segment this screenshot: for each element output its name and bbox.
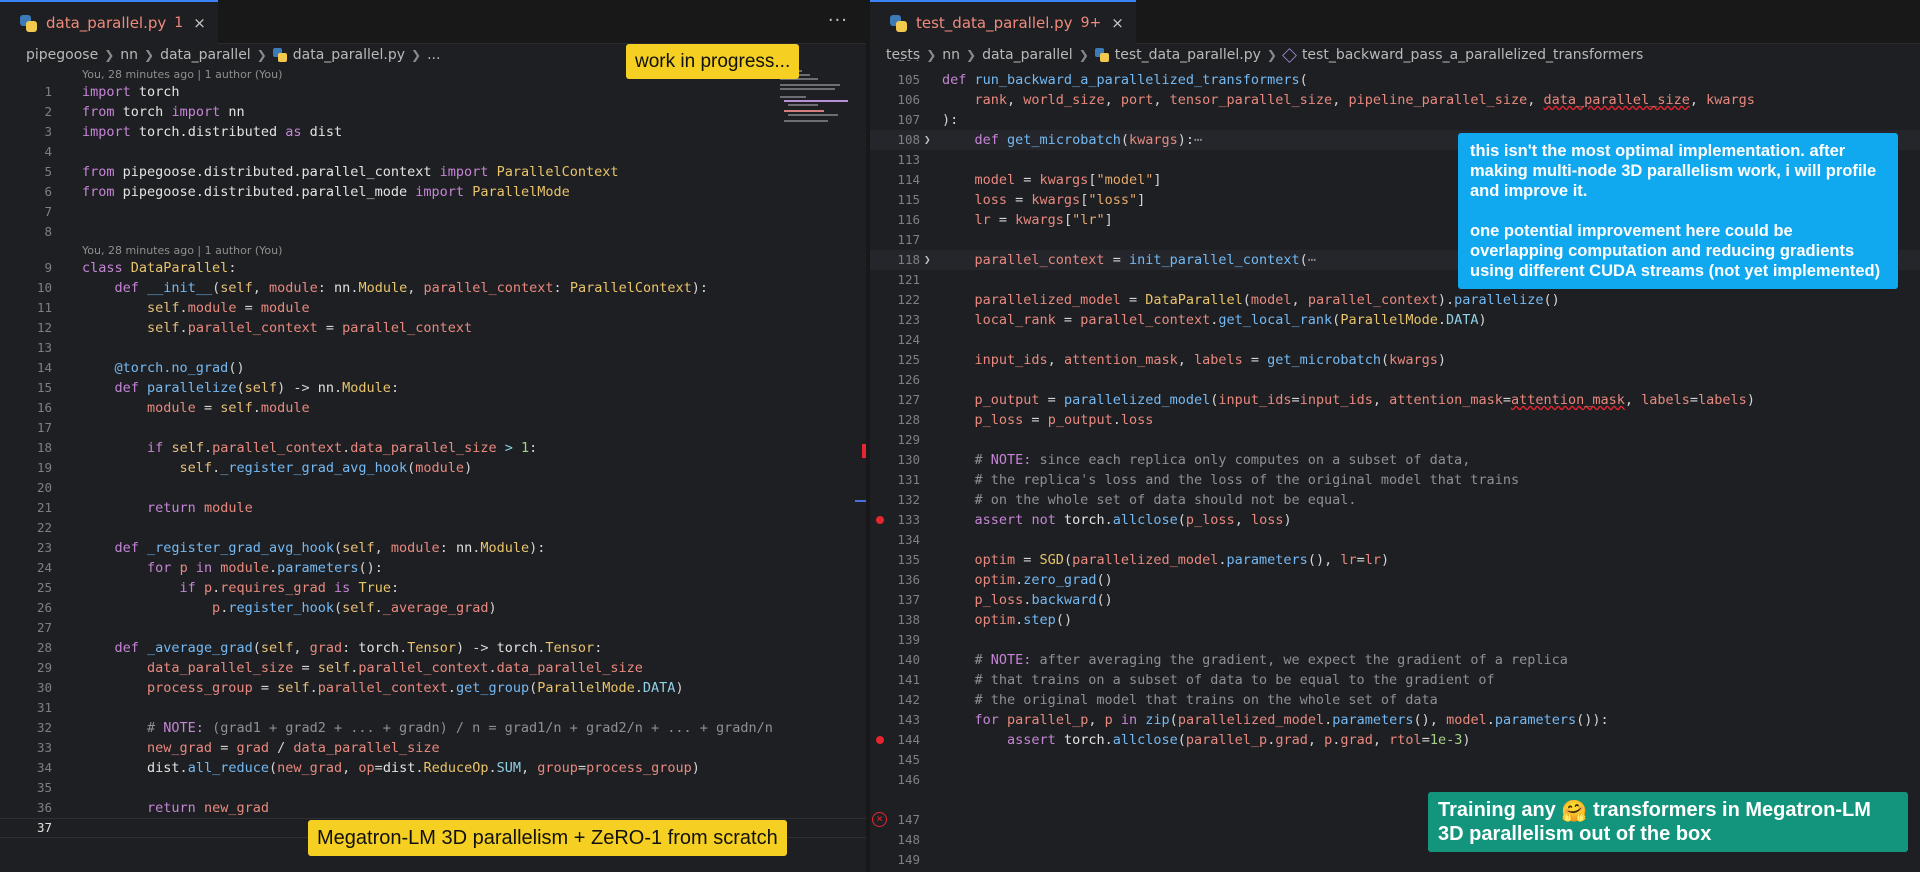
code-line: 21 return module — [36, 500, 253, 516]
blame-annotation[interactable]: You, 28 minutes ago | 1 author (You) — [82, 244, 282, 258]
close-icon[interactable]: × — [193, 14, 206, 32]
code-line: 135 optim = SGD(parallelized_model.param… — [897, 552, 1390, 568]
code-line: 141 # that trains on a subset of data to… — [897, 672, 1495, 688]
problem-count: 9+ — [1080, 15, 1102, 31]
code-line: 130 # NOTE: since each replica only comp… — [897, 452, 1471, 468]
right-tab-bar: test_data_parallel.py 9+ × — [870, 0, 1920, 44]
code-line: 31 — [36, 700, 52, 715]
code-line: 139 — [897, 632, 920, 647]
training-sticker: Training any 🤗 transformers in Megatron-… — [1428, 792, 1908, 852]
code-line: 107): — [897, 112, 959, 128]
python-file-icon — [890, 14, 907, 32]
breadcrumb-item[interactable]: ... — [427, 47, 440, 63]
blame-annotation[interactable]: You, 28 minutes ago | 1 author (You) — [82, 68, 282, 82]
code-line: 106 rank, world_size, port, tensor_paral… — [897, 92, 1755, 108]
python-file-icon — [20, 14, 37, 32]
code-line: 30 process_group = self.parallel_context… — [36, 680, 684, 696]
code-line: 34 dist.all_reduce(new_grad, op=dist.Red… — [36, 760, 700, 776]
code-line: 26 p.register_hook(self._average_grad) — [36, 600, 497, 616]
code-line: 35 — [36, 780, 52, 795]
code-line: 104 — [870, 60, 1920, 70]
tab-test-data-parallel[interactable]: test_data_parallel.py 9+ × — [870, 0, 1136, 44]
code-line: 12 self.parallel_context = parallel_cont… — [36, 320, 473, 336]
code-line: 129 — [897, 432, 920, 447]
code-line: 18 if self.parallel_context.data_paralle… — [36, 440, 538, 456]
code-line: 142 # the original model that trains on … — [897, 692, 1438, 708]
wip-sticker: work in progress... — [626, 44, 800, 79]
code-line: 4 — [44, 144, 52, 159]
code-line: 140 # NOTE: after averaging the gradient… — [897, 652, 1568, 668]
left-tab-bar: data_parallel.py 1 × ··· — [0, 0, 866, 44]
code-line: 11 self.module = module — [36, 300, 310, 316]
code-line: 1 import torch — [44, 84, 180, 100]
more-actions-icon[interactable]: ··· — [828, 10, 848, 31]
breadcrumb-item[interactable]: data_parallel — [160, 47, 251, 63]
code-line: 136 optim.zero_grad() — [897, 572, 1113, 588]
code-line: 6 from pipegoose.distributed.parallel_mod… — [44, 184, 570, 200]
code-line: 105 def run_backward_a_parallelized_trans… — [897, 72, 1308, 88]
note-paragraph: one potential improvement here could be … — [1470, 222, 1881, 280]
code-line: 32 # NOTE: (grad1 + grad2 + ... + gradn)… — [36, 720, 773, 736]
code-line: 138 optim.step() — [897, 612, 1073, 628]
code-line: 122 parallelized_model = DataParallel(mo… — [897, 292, 1560, 308]
code-line: 24 for p in module.parameters(): — [36, 560, 383, 576]
tab-label: data_parallel.py — [46, 14, 167, 32]
code-line: 9 class DataParallel: — [44, 260, 237, 276]
implementation-note-sticker: this isn't the most optimal implementati… — [1458, 133, 1898, 289]
code-line: 2 from torch import nn — [44, 104, 245, 120]
code-line: 25 if p.requires_grad is True: — [36, 580, 400, 596]
code-line: 7 — [44, 204, 52, 219]
right-editor-pane: test_data_parallel.py 9+ × tests ❯ nn ❯ da… — [870, 0, 1920, 872]
code-line: 20 — [36, 480, 52, 495]
close-icon[interactable]: × — [1111, 14, 1124, 32]
code-line: 23 def _register_grad_avg_hook(self, mod… — [36, 540, 546, 556]
breadcrumb-item[interactable]: pipegoose — [26, 47, 98, 63]
code-line: 149 — [897, 852, 920, 867]
code-line: 17 — [36, 420, 52, 435]
code-line: 29 data_parallel_size = self.parallel_co… — [36, 660, 643, 676]
breadcrumb-item[interactable]: nn — [120, 47, 138, 63]
code-line: 22 — [36, 520, 52, 535]
code-line: 124 — [897, 332, 920, 347]
code-line: 128 p_loss = p_output.loss — [897, 412, 1154, 428]
code-line: 36 return new_grad — [36, 800, 269, 816]
code-line: 137 p_loss.backward() — [897, 592, 1113, 608]
code-line: 127 p_output = parallelized_model(input_… — [897, 392, 1755, 408]
code-line: 126 — [897, 372, 920, 387]
code-line: 27 — [36, 620, 52, 635]
chevron-right-icon[interactable]: ❯ — [924, 130, 931, 150]
code-line: 19 self._register_grad_avg_hook(module) — [36, 460, 473, 476]
code-line: 15 def parallelize(self) -> nn.Module: — [36, 380, 400, 396]
code-line: 132 # on the whole set of data should no… — [897, 492, 1357, 508]
code-line: 144 assert torch.allclose(parallel_p.gra… — [870, 730, 1920, 750]
code-line: 143 for parallel_p, p in zip(parallelize… — [897, 712, 1609, 728]
code-line: 131 # the replica's loss and the loss of… — [897, 472, 1520, 488]
code-line: 33 new_grad = grad / data_parallel_size — [36, 740, 440, 756]
code-line: 146 — [897, 772, 920, 787]
python-file-icon — [272, 48, 287, 62]
note-paragraph: this isn't the most optimal implementati… — [1470, 142, 1877, 200]
problem-count: 1 — [174, 15, 184, 31]
code-line: 125 input_ids, attention_mask, labels = … — [897, 352, 1447, 368]
breadcrumb-item[interactable]: data_parallel.py — [293, 47, 405, 63]
code-line: 5 from pipegoose.distributed.parallel_con… — [44, 164, 619, 180]
code-line: 10 def __init__(self, module: nn.Module,… — [36, 280, 708, 296]
code-line: 134 — [897, 532, 920, 547]
code-line: 8 — [44, 224, 52, 239]
hugging-face-icon: 🤗 — [1561, 798, 1588, 823]
code-line: 28 def _average_grad(self, grad: torch.T… — [36, 640, 603, 656]
chevron-right-icon[interactable]: ❯ — [924, 250, 931, 270]
code-line: 133 assert not torch.allclose(p_loss, lo… — [870, 510, 1920, 530]
megatron-sticker: Megatron-LM 3D parallelism + ZeRO-1 from… — [308, 820, 787, 856]
code-line: 14 @torch.no_grad() — [36, 360, 245, 376]
code-line: 16 module = self.module — [36, 400, 310, 416]
left-editor-pane: data_parallel.py 1 × ··· pipegoose ❯ nn ❯ … — [0, 0, 866, 872]
code-line: 123 local_rank = parallel_context.get_lo… — [897, 312, 1487, 328]
code-line: 145 — [897, 752, 920, 767]
training-text: Training any — [1438, 799, 1556, 821]
tab-data-parallel[interactable]: data_parallel.py 1 × — [0, 0, 218, 44]
tab-label: test_data_parallel.py — [916, 14, 1073, 32]
code-line: 13 — [36, 340, 52, 355]
code-line: 3 import torch.distributed as dist — [44, 124, 343, 140]
